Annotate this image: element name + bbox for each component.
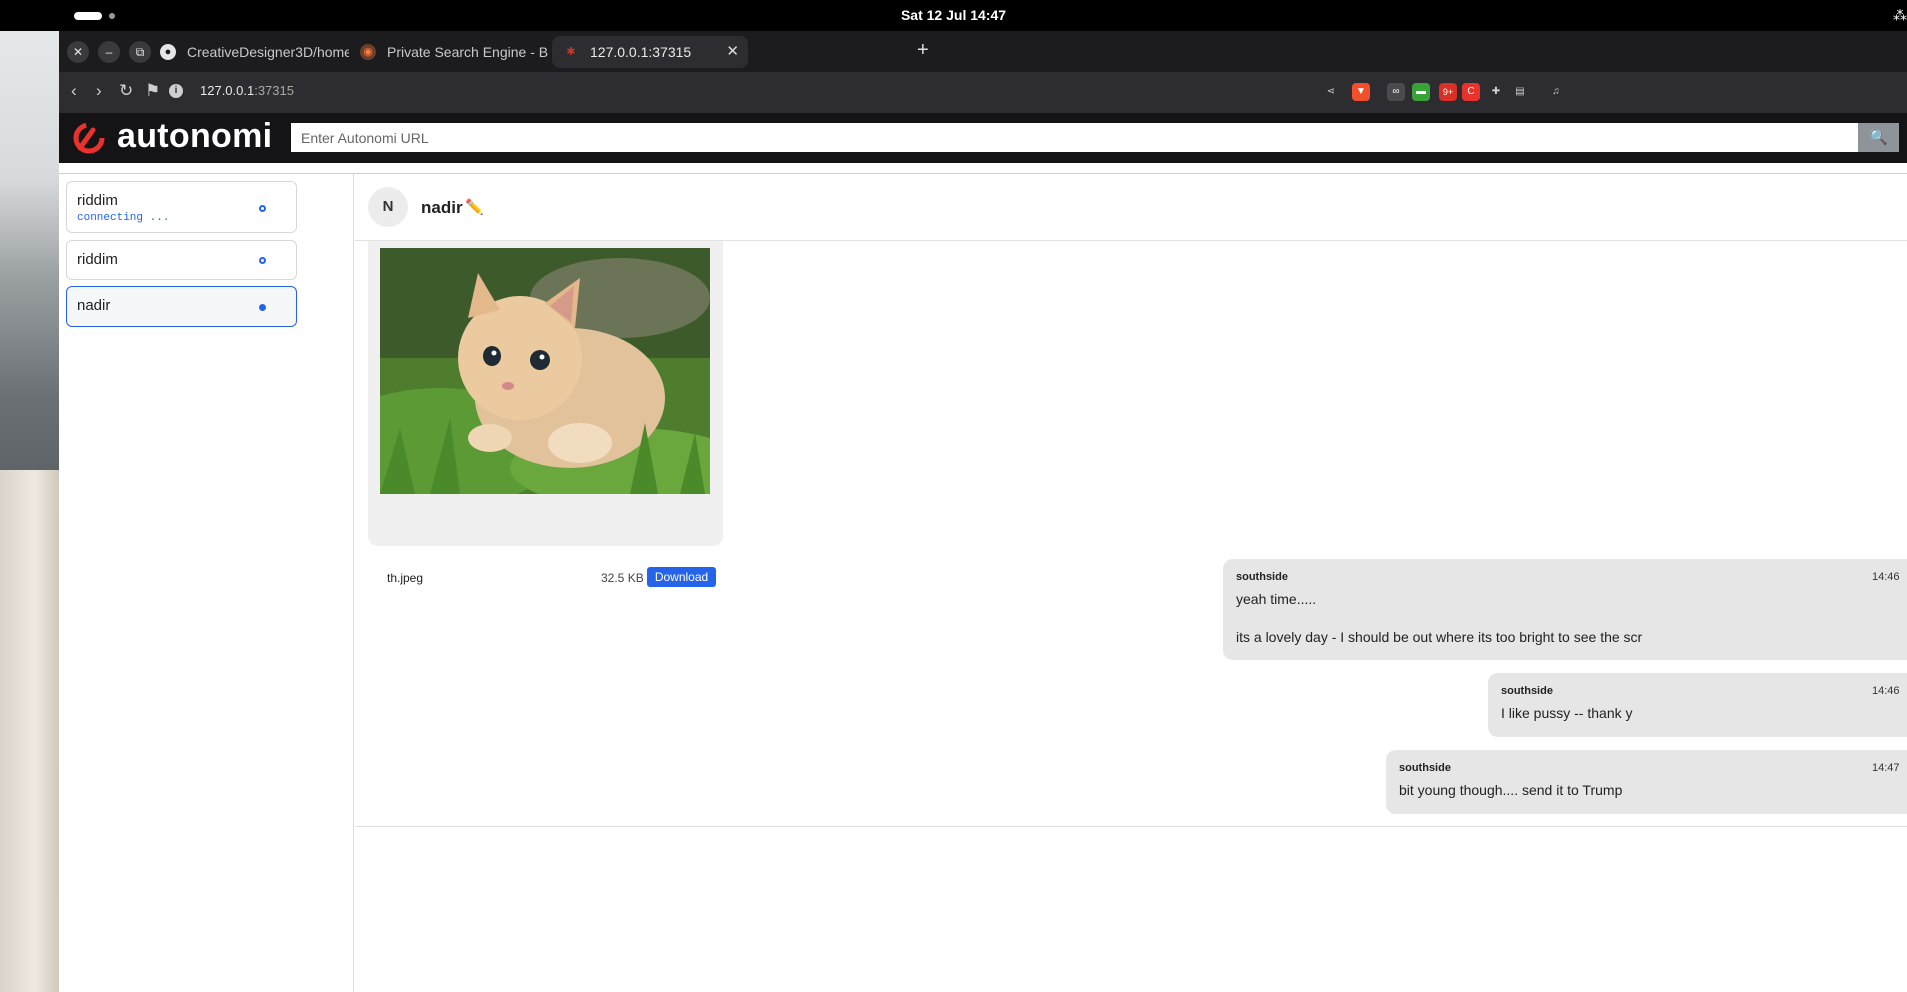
tab-github[interactable]: ● CreativeDesigner3D/home_b <box>149 36 349 68</box>
status-dot-icon <box>259 304 266 311</box>
network-icon[interactable]: ⁂ <box>1893 7 1907 24</box>
restore-window-icon[interactable]: ⧉ <box>129 41 151 63</box>
avatar: N <box>368 187 408 227</box>
message-bubble: southside 14:47 bit young though.... sen… <box>1386 750 1907 814</box>
chat-panel: N nadir ✏️ th.jpeg 32.5 KB Download sout… <box>355 174 1907 992</box>
autonomi-url-input[interactable] <box>291 123 1876 152</box>
kitten-image[interactable] <box>380 248 710 494</box>
desktop-wallpaper <box>0 0 59 992</box>
tab-label: Private Search Engine - Brave <box>387 44 549 60</box>
kitten-picture <box>380 248 710 494</box>
glasses-extension-icon[interactable]: ∞ <box>1387 83 1405 101</box>
system-top-bar: Sat 12 Jul 14:47 ⁂ <box>0 0 1907 31</box>
contact-item-riddim-1[interactable]: riddim connecting ... <box>66 181 297 233</box>
message-time: 14:46 <box>1872 685 1900 697</box>
message-text: yeah time..... <box>1236 591 1317 607</box>
message-sender: southside <box>1399 762 1451 774</box>
reload-icon[interactable]: ↻ <box>119 81 133 101</box>
url-host: 127.0.0.1 <box>200 83 255 98</box>
address-bar[interactable]: 127.0.0.1:37315 <box>200 83 294 98</box>
media-icon[interactable]: ♫ <box>1547 83 1565 101</box>
message-time: 14:47 <box>1872 762 1900 774</box>
autonomi-logo-icon <box>73 122 105 154</box>
contact-status: connecting ... <box>77 212 170 224</box>
message-bubble: southside 14:46 I like pussy -- thank y <box>1488 673 1907 737</box>
file-size: 32.5 KB <box>601 571 644 585</box>
status-dot-icon <box>259 257 266 264</box>
share-icon[interactable]: ⋖ <box>1322 83 1340 101</box>
message-sender: southside <box>1501 685 1553 697</box>
tab-private-search[interactable]: ◉ Private Search Engine - Brave <box>349 36 549 68</box>
notification-extension-icon[interactable]: 9+ <box>1439 83 1457 101</box>
app-logo-text: autonomi <box>117 117 273 155</box>
tab-label: 127.0.0.1:37315 <box>590 44 692 60</box>
message-time: 14:46 <box>1872 571 1900 583</box>
browser-toolbar: ‹ › ↻ ⚑ i 127.0.0.1:37315 ⋖ ▼ ∞ ▬ 9+ C ✚… <box>59 72 1907 113</box>
bookmark-icon[interactable]: ⚑ <box>145 81 160 101</box>
back-icon[interactable]: ‹ <box>71 81 77 101</box>
edit-pencil-icon[interactable]: ✏️ <box>465 198 484 216</box>
message-text: I like pussy -- thank y <box>1501 705 1633 721</box>
browser-window: ✕ – ⧉ ● CreativeDesigner3D/home_b ◉ Priv… <box>59 31 1907 992</box>
message-sender: southside <box>1236 571 1288 583</box>
github-icon: ● <box>160 44 176 60</box>
download-button[interactable]: Download <box>647 567 716 587</box>
peer-name: nadir <box>421 198 463 217</box>
search-icon: 🔍 <box>1869 129 1888 146</box>
tab-label: CreativeDesigner3D/home_b <box>187 44 349 60</box>
message-bubble: southside 14:46 yeah time..... its a lov… <box>1223 559 1907 660</box>
close-tab-icon[interactable]: ✕ <box>726 36 739 68</box>
wallpaper-detail <box>0 470 59 992</box>
new-tab-icon[interactable]: + <box>917 39 929 62</box>
contacts-sidebar: riddim connecting ... riddim nadir <box>59 174 354 992</box>
contact-item-riddim-2[interactable]: riddim <box>66 240 297 280</box>
close-window-icon[interactable]: ✕ <box>67 41 89 63</box>
message-text: bit young though.... send it to Trump <box>1399 782 1623 798</box>
tab-strip: ✕ – ⧉ ● CreativeDesigner3D/home_b ◉ Priv… <box>59 31 1907 72</box>
green-extension-icon[interactable]: ▬ <box>1412 83 1430 101</box>
contact-item-nadir[interactable]: nadir <box>66 286 297 327</box>
status-dot-icon <box>259 205 266 212</box>
contact-name: riddim <box>77 251 118 268</box>
message-text: its a lovely day - I should be out where… <box>1236 629 1643 645</box>
system-clock[interactable]: Sat 12 Jul 14:47 <box>0 7 1907 23</box>
autonomi-bug-icon: ✱ <box>566 46 576 58</box>
chat-input-divider <box>355 826 1907 827</box>
red-c-extension-icon[interactable]: C <box>1462 83 1480 101</box>
contact-name: riddim <box>77 192 118 209</box>
file-attachment-card: th.jpeg 32.5 KB Download <box>368 241 723 587</box>
notification-badge: 9+ <box>1442 87 1454 97</box>
forward-icon[interactable]: › <box>96 81 102 101</box>
app-header: autonomi 🔍 <box>59 113 1907 163</box>
puzzle-icon[interactable]: ✚ <box>1487 83 1505 101</box>
search-button[interactable]: 🔍 <box>1858 123 1899 152</box>
minimize-window-icon[interactable]: – <box>98 41 120 63</box>
url-port: :37315 <box>254 83 294 98</box>
tab-autonomi[interactable]: ✱ 127.0.0.1:37315 ✕ <box>552 36 748 68</box>
reader-icon[interactable]: ▤ <box>1511 83 1529 101</box>
brave-search-icon: ◉ <box>360 44 376 60</box>
site-info-icon[interactable]: i <box>169 84 183 98</box>
chat-header: N nadir ✏️ <box>355 174 1907 241</box>
brave-shield-icon[interactable]: ▼ <box>1352 83 1370 101</box>
contact-name: nadir <box>77 297 111 314</box>
file-name: th.jpeg <box>387 571 424 585</box>
